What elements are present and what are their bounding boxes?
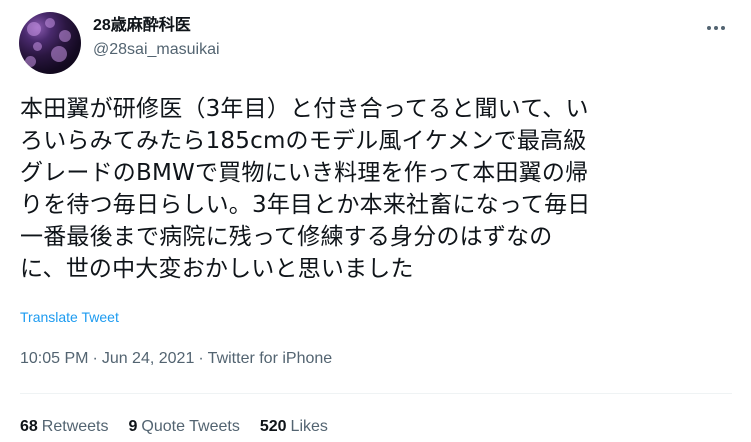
author-info: 28歳麻酔科医 @28sai_masuikai <box>93 15 220 61</box>
quote-tweets-stat[interactable]: 9 Quote Tweets <box>129 416 240 438</box>
more-horizontal-icon <box>721 26 725 30</box>
quote-tweets-count: 9 <box>128 418 138 435</box>
retweets-label: Retweets <box>41 418 109 435</box>
likes-label: Likes <box>290 418 328 435</box>
tweet: 28歳麻酔科医 @28sai_masuikai 本田翼が研修医（3年目）と付き合… <box>0 0 751 442</box>
user-handle[interactable]: @28sai_masuikai <box>93 39 220 61</box>
tweet-stats: 68 Retweets 9 Quote Tweets 520 Likes <box>20 416 348 438</box>
tweet-text-line: グレードのBMWで買物にいき料理を作って本田翼の帰 <box>20 160 589 186</box>
retweets-stat[interactable]: 68 Retweets <box>20 416 109 438</box>
tweet-text: 本田翼が研修医（3年目）と付き合ってると聞いて、い ろいらみてみたら185cmの… <box>20 93 732 285</box>
retweets-count: 68 <box>20 418 38 435</box>
tweet-text-line: に、世の中大変おかしいと思いました <box>20 256 414 282</box>
tweet-text-line: 本田翼が研修医（3年目）と付き合ってると聞いて、い <box>20 96 589 122</box>
display-name[interactable]: 28歳麻酔科医 <box>93 15 220 37</box>
more-options-button[interactable] <box>701 16 731 40</box>
tweet-time[interactable]: 10:05 PM <box>20 350 88 367</box>
tweet-text-line: 一番最後まで病院に残って修練する身分のはずなの <box>20 224 553 250</box>
avatar[interactable] <box>19 12 81 74</box>
tweet-metadata: 10:05 PM · Jun 24, 2021 · Twitter for iPhone <box>20 349 332 369</box>
quote-tweets-label: Quote Tweets <box>141 418 240 435</box>
tweet-source[interactable]: Twitter for iPhone <box>208 350 333 367</box>
tweet-text-line: りを待つ毎日らしい。3年目とか本来社畜になって毎日 <box>20 192 591 218</box>
likes-stat[interactable]: 520 Likes <box>260 416 328 438</box>
tweet-date[interactable]: Jun 24, 2021 <box>102 350 195 367</box>
meta-separator: · <box>92 350 98 367</box>
more-horizontal-icon <box>714 26 718 30</box>
tweet-text-line: ろいらみてみたら185cmのモデル風イケメンで最高級 <box>20 128 587 154</box>
likes-count: 520 <box>259 418 287 435</box>
translate-tweet-link[interactable]: Translate Tweet <box>20 308 119 326</box>
divider <box>20 393 732 394</box>
more-horizontal-icon <box>707 26 711 30</box>
meta-separator: · <box>198 350 204 367</box>
